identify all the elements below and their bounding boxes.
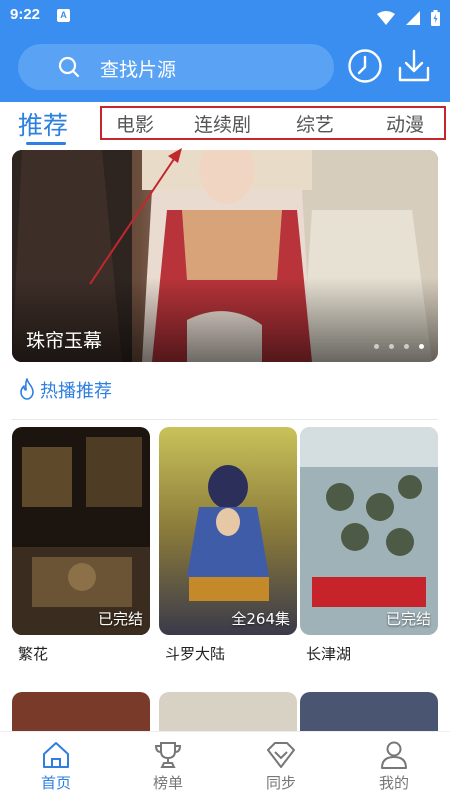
poster-image bbox=[300, 427, 438, 635]
header: 查找片源 bbox=[0, 32, 450, 102]
tab-series[interactable]: 连续剧 bbox=[194, 110, 251, 137]
tab-recommend[interactable]: 推荐 bbox=[18, 106, 68, 142]
status-bar: 9:22 A bbox=[0, 0, 450, 32]
card-title: 斗罗大陆 bbox=[165, 645, 226, 663]
section-divider bbox=[12, 419, 438, 420]
signal-icon bbox=[405, 10, 420, 25]
section-title: 热播推荐 bbox=[40, 381, 112, 402]
card-title: 繁花 bbox=[18, 645, 49, 663]
nav-sync[interactable]: 同步 bbox=[225, 732, 337, 801]
media-card[interactable]: 全264集 斗罗大陆 bbox=[159, 427, 297, 664]
carousel-dots bbox=[369, 334, 424, 353]
category-tabs: 推荐 电影 连续剧 综艺 动漫 bbox=[0, 102, 450, 148]
tab-variety[interactable]: 综艺 bbox=[296, 110, 334, 137]
bottom-nav: 首页 榜单 同步 我的 bbox=[0, 731, 450, 801]
clock-icon bbox=[348, 49, 382, 83]
download-icon bbox=[398, 49, 430, 82]
search-placeholder: 查找片源 bbox=[100, 59, 177, 81]
card-badge: 已完结 bbox=[385, 610, 431, 628]
nav-home-label: 首页 bbox=[40, 774, 71, 792]
media-card-partial[interactable] bbox=[300, 692, 438, 732]
battery-icon bbox=[431, 9, 440, 26]
search-icon bbox=[58, 56, 80, 78]
card-badge: 已完结 bbox=[97, 610, 143, 628]
nav-ranking-label: 榜单 bbox=[152, 774, 183, 792]
poster-image bbox=[12, 427, 150, 635]
nav-sync-label: 同步 bbox=[265, 774, 296, 792]
banner-title: 珠帘玉幕 bbox=[26, 330, 103, 352]
nav-home[interactable]: 首页 bbox=[0, 732, 112, 801]
nav-profile-label: 我的 bbox=[378, 774, 409, 792]
carousel-dot-active bbox=[419, 344, 424, 349]
card-title: 长津湖 bbox=[306, 645, 352, 663]
poster-image bbox=[159, 427, 297, 635]
wifi-icon bbox=[376, 10, 395, 25]
diamond-icon bbox=[267, 742, 295, 768]
download-button[interactable] bbox=[397, 48, 431, 84]
active-tab-indicator bbox=[26, 142, 66, 145]
home-icon bbox=[43, 742, 69, 768]
card-poster: 全264集 bbox=[159, 427, 297, 635]
card-badge: 全264集 bbox=[231, 610, 290, 628]
notification-a-icon: A bbox=[57, 9, 70, 22]
card-poster: 已完结 bbox=[300, 427, 438, 635]
tab-anime[interactable]: 动漫 bbox=[386, 110, 424, 137]
status-icons bbox=[371, 7, 440, 26]
media-card[interactable]: 已完结 长津湖 bbox=[300, 427, 438, 664]
carousel-dot bbox=[403, 344, 409, 349]
history-button[interactable] bbox=[347, 48, 383, 84]
card-poster: 已完结 bbox=[12, 427, 150, 635]
media-card-partial[interactable] bbox=[159, 692, 297, 732]
media-card-partial[interactable] bbox=[12, 692, 150, 732]
nav-ranking[interactable]: 榜单 bbox=[112, 732, 224, 801]
media-card[interactable]: 已完结 繁花 bbox=[12, 427, 150, 664]
status-time: 9:22 bbox=[10, 6, 41, 23]
flame-icon bbox=[20, 378, 34, 400]
carousel-dot bbox=[388, 344, 394, 349]
banner-carousel[interactable]: 珠帘玉幕 bbox=[12, 150, 438, 362]
trophy-icon bbox=[154, 742, 182, 768]
user-icon bbox=[381, 741, 407, 769]
carousel-dot bbox=[373, 344, 379, 349]
search-input[interactable]: 查找片源 bbox=[18, 44, 334, 90]
nav-profile[interactable]: 我的 bbox=[338, 732, 450, 801]
tab-movie[interactable]: 电影 bbox=[116, 110, 154, 137]
